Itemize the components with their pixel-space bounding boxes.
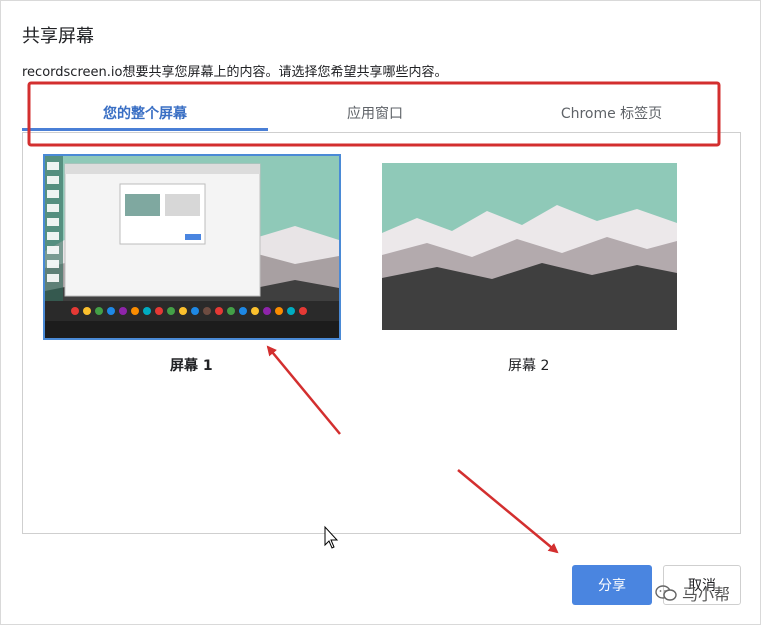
screen-1-thumbnail[interactable] bbox=[43, 154, 341, 340]
dialog-title: 共享屏幕 bbox=[22, 26, 94, 47]
screen-2-thumbnail[interactable] bbox=[382, 163, 677, 330]
source-tabs: 您的整个屏幕 应用窗口 Chrome 标签页 bbox=[22, 92, 741, 133]
watermark: 马小帮 bbox=[655, 580, 750, 606]
watermark-text: 马小帮 bbox=[682, 585, 731, 604]
screen-1-preview bbox=[45, 156, 339, 338]
share-button[interactable]: 分享 bbox=[572, 565, 652, 605]
tab-entire-screen[interactable]: 您的整个屏幕 bbox=[22, 92, 268, 133]
tab-app-window[interactable]: 应用窗口 bbox=[268, 92, 482, 133]
tab-chrome-tab[interactable]: Chrome 标签页 bbox=[482, 92, 741, 133]
active-tab-indicator bbox=[22, 128, 268, 131]
dialog-subtitle: recordscreen.io想要共享您屏幕上的内容。请选择您希望共享哪些内容。 bbox=[22, 65, 448, 80]
wechat-icon bbox=[655, 585, 677, 601]
screen-2-label: 屏幕 2 bbox=[508, 358, 550, 374]
screen-2-preview bbox=[382, 163, 677, 330]
screen-1-label: 屏幕 1 bbox=[170, 358, 213, 374]
